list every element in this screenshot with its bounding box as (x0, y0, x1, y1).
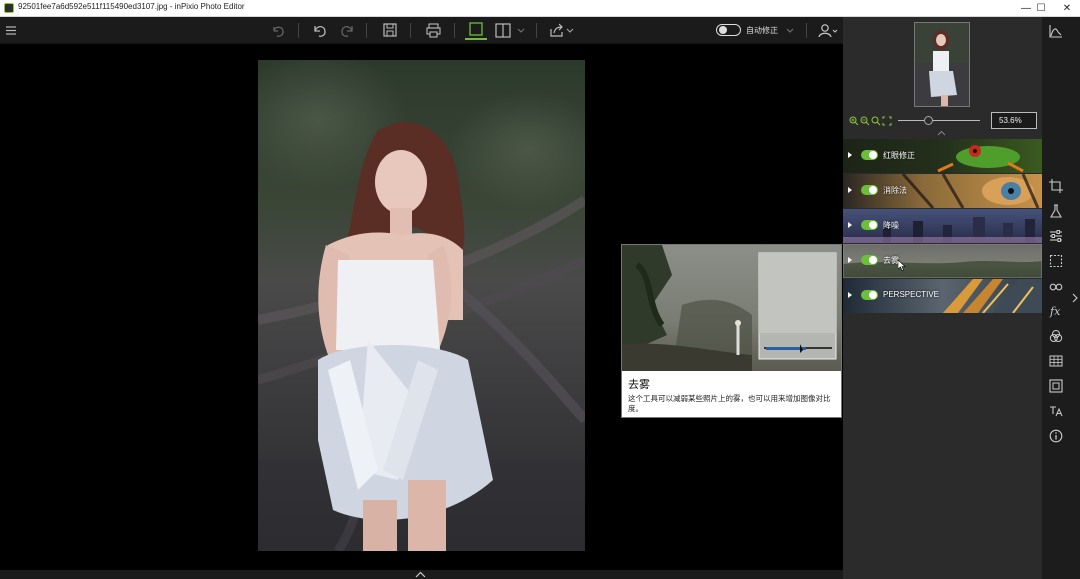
redo-icon[interactable] (339, 21, 355, 40)
red-eye-toggle[interactable] (861, 150, 878, 160)
tool-red-eye[interactable]: 红眼修正 (843, 139, 1042, 173)
auto-fix-chevron-icon[interactable] (786, 21, 794, 40)
navigator-thumbnail[interactable] (914, 22, 970, 107)
texture-grid-icon[interactable] (1049, 354, 1063, 368)
selection-icon[interactable] (1049, 254, 1063, 268)
tool-noise-reduction[interactable]: 降噪 (843, 209, 1042, 243)
window-title: 92501fee7a6d592e511f115490ed3107.jpg - i… (18, 2, 245, 11)
fit-to-screen-icon[interactable] (882, 116, 892, 126)
collapse-navigator-chevron-icon[interactable] (937, 130, 946, 136)
color-circles-icon[interactable] (1049, 329, 1063, 343)
histogram-icon[interactable] (1049, 24, 1063, 38)
expand-panel-chevron-icon[interactable] (1072, 293, 1078, 303)
close-button[interactable]: ✕ (1050, 0, 1080, 17)
tool-label: 去雾 (883, 256, 899, 265)
undo-icon[interactable] (312, 21, 328, 40)
perspective-toggle[interactable] (861, 290, 878, 300)
filmstrip-toggle-chevron-icon[interactable] (415, 571, 426, 578)
right-icon-strip: fx (1042, 17, 1080, 579)
share-icon[interactable] (549, 21, 565, 40)
split-view-icon[interactable] (494, 21, 512, 40)
tool-label: 红眼修正 (883, 151, 915, 160)
tooltip-title: 去雾 (628, 379, 650, 391)
single-view-icon[interactable] (465, 21, 487, 40)
adjustments-icon[interactable] (1049, 229, 1063, 243)
zoom-slider-track[interactable] (898, 120, 980, 121)
save-icon[interactable] (382, 21, 398, 40)
effects-fx-icon[interactable]: fx (1049, 304, 1063, 318)
zoom-out-icon[interactable] (860, 116, 870, 126)
tool-perspective[interactable]: PERSPECTIVE (843, 279, 1042, 313)
tool-dehaze[interactable]: 去雾 (843, 244, 1042, 278)
dehaze-preview-image (622, 245, 841, 371)
app-logo-icon (4, 3, 14, 13)
tool-label: PERSPECTIVE (883, 290, 940, 299)
mouse-cursor-icon (898, 260, 906, 271)
account-icon[interactable] (817, 21, 839, 40)
tool-label: 降噪 (883, 221, 899, 230)
auto-fix-label: 自动修正 (746, 26, 778, 35)
glasses-icon[interactable] (1049, 279, 1063, 293)
zoom-slider-handle[interactable] (924, 116, 933, 125)
print-icon[interactable] (425, 21, 442, 40)
text-tool-icon[interactable] (1049, 404, 1063, 418)
bottom-bar (0, 570, 843, 579)
dehaze-toggle[interactable] (861, 255, 878, 265)
zoom-percentage-field[interactable]: 53.6% (991, 112, 1037, 129)
tooltip-description: 这个工具可以减弱某些照片上的雾，也可以用来增加图像对比度。 (628, 394, 831, 413)
eraser-toggle[interactable] (861, 185, 878, 195)
flask-icon[interactable] (1049, 204, 1063, 218)
tool-label: 消除法 (883, 186, 907, 195)
auto-fix-toggle[interactable] (716, 24, 741, 36)
svg-text:fx: fx (1049, 305, 1061, 318)
zoom-actual-size-icon[interactable] (871, 116, 881, 126)
zoom-in-icon[interactable] (849, 116, 859, 126)
info-icon[interactable] (1049, 429, 1063, 443)
dehaze-tooltip: 去雾 这个工具可以减弱某些照片上的雾，也可以用来增加图像对比度。 (621, 244, 842, 418)
view-dropdown-chevron-icon[interactable] (517, 21, 525, 40)
frame-icon[interactable] (1049, 379, 1063, 393)
noise-reduction-toggle[interactable] (861, 220, 878, 230)
menu-icon[interactable] (5, 21, 17, 40)
tool-eraser[interactable]: 消除法 (843, 174, 1042, 208)
undo-all-icon[interactable] (270, 21, 286, 40)
right-panel: 53.6% 红眼修正 消除法 降噪 去雾 PERSPECTIVE (843, 17, 1042, 579)
share-dropdown-chevron-icon[interactable] (566, 21, 574, 40)
crop-icon[interactable] (1049, 179, 1063, 193)
main-photo[interactable] (258, 60, 585, 551)
title-bar: 92501fee7a6d592e511f115490ed3107.jpg - i… (0, 0, 1080, 17)
